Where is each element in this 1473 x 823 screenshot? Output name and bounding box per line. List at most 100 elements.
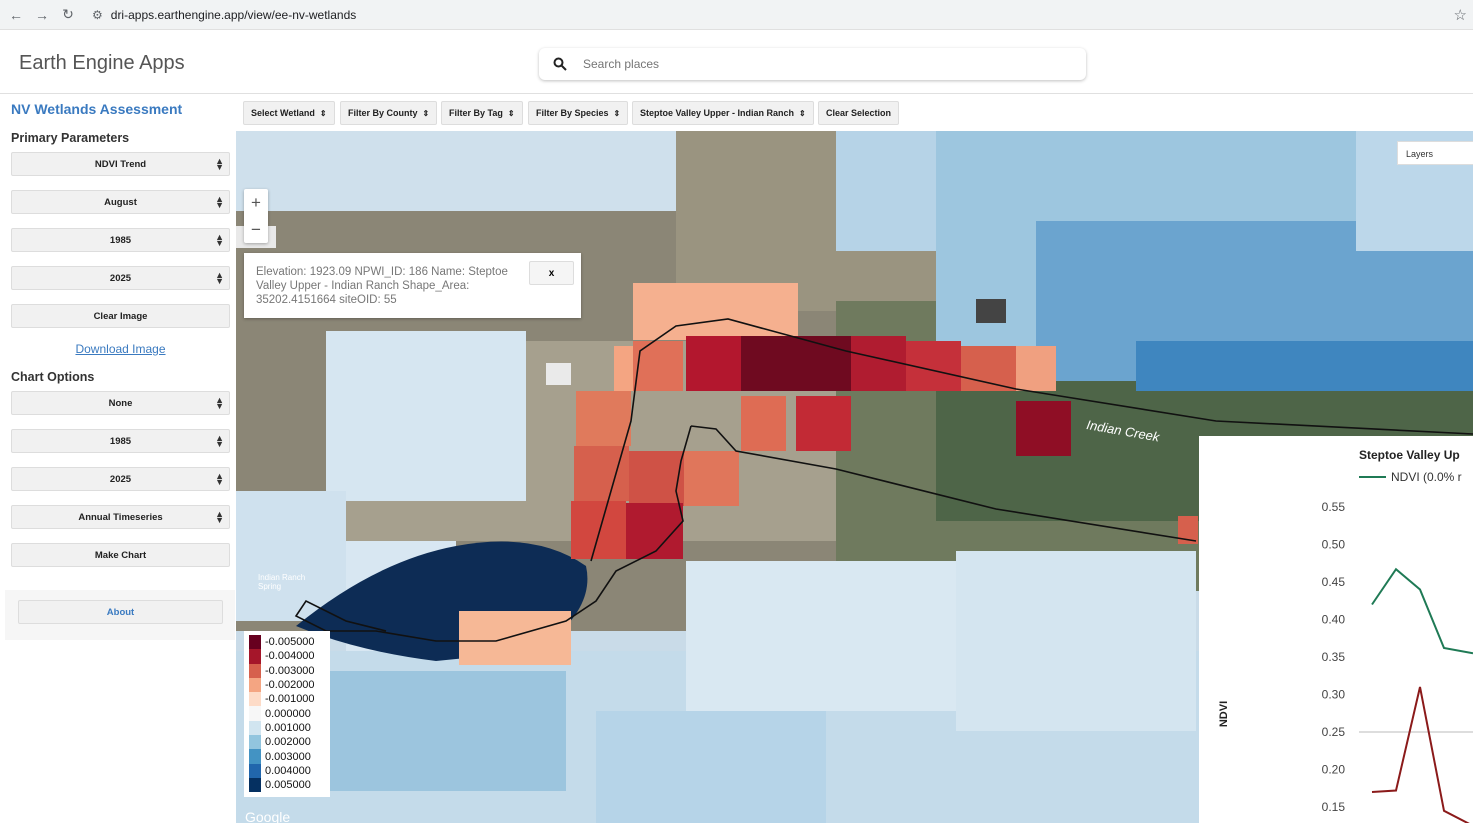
browser-toolbar: ← → ↻ ⚙ dri-apps.earthengine.app/view/ee… <box>0 0 1473 30</box>
filter-county-dropdown[interactable]: Filter By County ⇕ <box>340 101 438 125</box>
legend-swatch <box>249 692 261 707</box>
about-panel: About <box>5 590 235 640</box>
legend-row: 0.001000 <box>249 720 325 736</box>
about-button[interactable]: About <box>18 600 223 624</box>
legend-label: 0.001000 <box>265 721 311 734</box>
chart-end-year-select[interactable]: 2025 ▲ ▼ <box>11 467 230 491</box>
legend-swatch <box>249 763 261 778</box>
download-image-link[interactable]: Download Image <box>0 342 241 356</box>
parameter-select[interactable]: NDVI Trend ▲ ▼ <box>11 152 230 176</box>
select-arrows-icon: ▲ ▼ <box>215 395 224 411</box>
select-wetland-dropdown[interactable]: Select Wetland ⇕ <box>243 101 335 125</box>
y-tick-label: 0.15 <box>1322 800 1346 814</box>
select-arrows-icon: ▲ ▼ <box>215 156 224 172</box>
chart-legend-label: NDVI (0.0% r <box>1391 470 1462 484</box>
chart-options-label: Chart Options <box>11 370 95 384</box>
legend-row: -0.005000 <box>249 635 325 650</box>
map-legend: -0.005000 -0.004000 -0.003000 -0.002000 -0.0… <box>244 631 330 797</box>
legend-swatch <box>249 649 261 664</box>
legend-label: -0.003000 <box>265 664 315 677</box>
filter-tag-label: Filter By Tag <box>449 108 503 118</box>
close-popup-button[interactable]: x <box>529 261 574 285</box>
legend-swatch <box>249 777 261 793</box>
address-bar[interactable]: dri-apps.earthengine.app/view/ee-nv-wetl… <box>111 8 356 22</box>
select-arrows-icon: ⇕ <box>507 108 515 118</box>
filter-tag-dropdown[interactable]: Filter By Tag ⇕ <box>441 101 523 125</box>
clear-image-button[interactable]: Clear Image <box>11 304 230 328</box>
clear-selection-button[interactable]: Clear Selection <box>818 101 900 125</box>
y-tick-label: 0.40 <box>1322 613 1346 627</box>
chart-end-year-value: 2025 <box>109 473 132 485</box>
series-line-1 <box>1371 686 1470 823</box>
legend-row: -0.004000 <box>249 649 325 664</box>
legend-label: 0.004000 <box>265 764 311 777</box>
sidebar: NV Wetlands Assessment Primary Parameter… <box>0 95 236 640</box>
legend-row: -0.003000 <box>249 663 325 678</box>
select-arrows-icon: ▲ ▼ <box>215 509 224 525</box>
make-chart-button[interactable]: Make Chart <box>11 543 230 567</box>
reload-icon[interactable]: ↻ <box>58 6 78 23</box>
site-settings-icon[interactable]: ⚙ <box>92 8 103 22</box>
legend-label: 0.003000 <box>265 750 311 763</box>
legend-swatch <box>249 663 261 678</box>
chart-variable-select[interactable]: None ▲ ▼ <box>11 391 230 415</box>
chart-type-value: Annual Timeseries <box>78 511 163 523</box>
legend-row: 0.004000 <box>249 763 325 778</box>
legend-swatch <box>249 706 261 721</box>
zoom-out-button[interactable]: − <box>244 216 268 243</box>
filter-species-dropdown[interactable]: Filter By Species ⇕ <box>528 101 629 125</box>
legend-swatch <box>249 677 261 693</box>
selected-wetland-label: Steptoe Valley Upper - Indian Ranch <box>640 108 795 118</box>
search-input[interactable] <box>583 57 1023 71</box>
legend-label: 0.000000 <box>265 707 311 720</box>
legend-row: 0.000000 <box>249 706 325 721</box>
select-arrows-icon: ▲ ▼ <box>215 194 224 210</box>
chart-variable-value: None <box>108 397 133 409</box>
select-arrows-icon: ⇕ <box>613 108 621 118</box>
legend-row: -0.002000 <box>249 677 325 693</box>
bookmark-star-icon[interactable]: ☆ <box>1454 6 1467 24</box>
legend-label: 0.005000 <box>265 779 311 792</box>
select-arrows-icon: ▲ ▼ <box>215 433 224 449</box>
parameter-select-value: NDVI Trend <box>94 158 147 170</box>
search-box[interactable] <box>539 48 1086 80</box>
select-arrows-icon: ▲ ▼ <box>215 471 224 487</box>
app-header: Earth Engine Apps <box>0 30 1473 94</box>
chart-type-select[interactable]: Annual Timeseries ▲ ▼ <box>11 505 230 529</box>
back-icon[interactable]: ← <box>6 7 26 23</box>
month-select-value: August <box>104 196 137 208</box>
clear-selection-label: Clear Selection <box>826 108 892 118</box>
chart-start-year-value: 1985 <box>109 435 132 447</box>
feature-info-popup: Elevation: 1923.09 NPWI_ID: 186 Name: St… <box>244 253 581 318</box>
search-icon <box>553 57 567 71</box>
filter-species-label: Filter By Species <box>536 108 609 118</box>
y-axis-label: NDVI <box>1218 701 1230 727</box>
legend-label: -0.002000 <box>265 679 315 692</box>
legend-row: 0.005000 <box>249 777 325 793</box>
y-tick-label: 0.35 <box>1322 650 1346 664</box>
layers-control[interactable]: Layers <box>1397 141 1473 165</box>
select-arrows-icon: ▲ ▼ <box>215 232 224 248</box>
chart-start-year-select[interactable]: 1985 ▲ ▼ <box>11 429 230 453</box>
filter-county-label: Filter By County <box>348 108 418 118</box>
start-year-value: 1985 <box>109 234 132 246</box>
legend-row: -0.001000 <box>249 692 325 707</box>
app-brand: Earth Engine Apps <box>19 52 185 74</box>
select-arrows-icon: ⇕ <box>422 108 430 118</box>
month-select[interactable]: August ▲ ▼ <box>11 190 230 214</box>
start-year-select[interactable]: 1985 ▲ ▼ <box>11 228 230 252</box>
zoom-in-button[interactable]: + <box>244 189 268 216</box>
feature-info-text: Elevation: 1923.09 NPWI_ID: 186 Name: St… <box>256 266 508 306</box>
ndvi-chart: Steptoe Valley Up NDVI (0.0% r 0.55 0.50 0.4… <box>1218 448 1473 823</box>
legend-row: 0.002000 <box>249 735 325 750</box>
legend-swatch <box>249 635 261 650</box>
forward-icon[interactable]: → <box>32 7 52 23</box>
chart-title: Steptoe Valley Up <box>1359 448 1460 462</box>
selected-wetland-dropdown[interactable]: Steptoe Valley Upper - Indian Ranch ⇕ <box>632 101 814 125</box>
zoom-control: + − <box>244 189 268 243</box>
spring-label: Indian Ranch Spring <box>258 573 306 591</box>
end-year-select[interactable]: 2025 ▲ ▼ <box>11 266 230 290</box>
legend-label: -0.005000 <box>265 636 315 649</box>
y-tick-label: 0.50 <box>1322 538 1346 552</box>
legend-swatch <box>249 749 261 764</box>
